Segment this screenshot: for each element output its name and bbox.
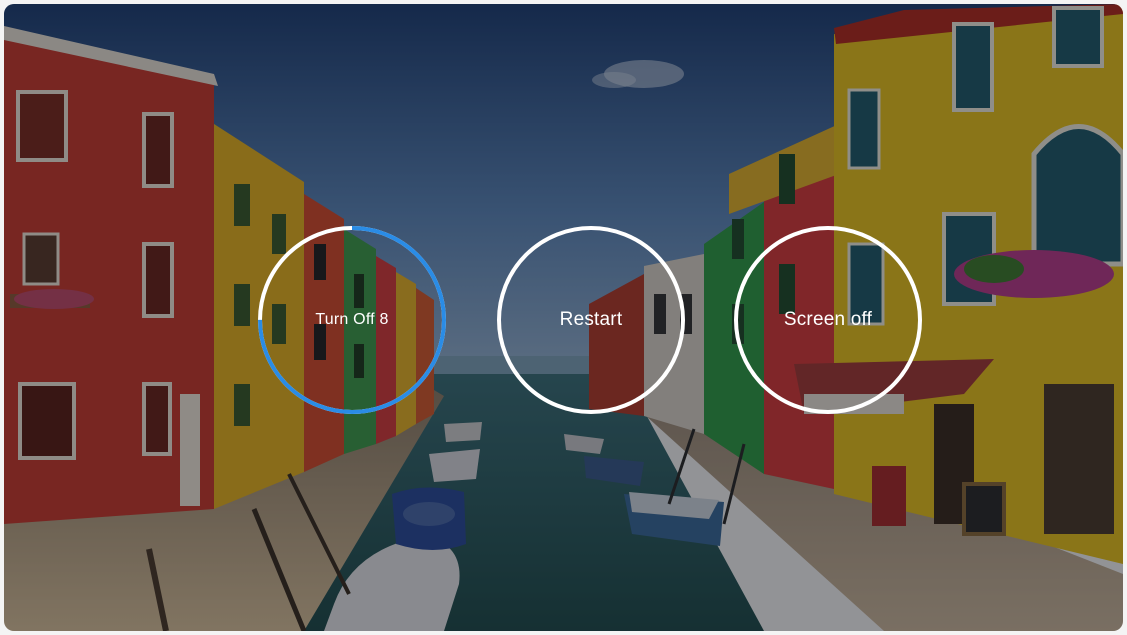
restart-label: Restart [559, 309, 623, 330]
restart-button[interactable]: Restart [497, 226, 685, 414]
screen-off-button[interactable]: Screen off [734, 226, 922, 414]
turn-off-button[interactable]: Turn Off 8 [258, 226, 446, 414]
screen-off-label: Screen off [783, 309, 873, 330]
turn-off-label: Turn Off 8 [315, 311, 389, 328]
power-menu-screen: Turn Off 8 Restart Screen off [4, 4, 1123, 631]
